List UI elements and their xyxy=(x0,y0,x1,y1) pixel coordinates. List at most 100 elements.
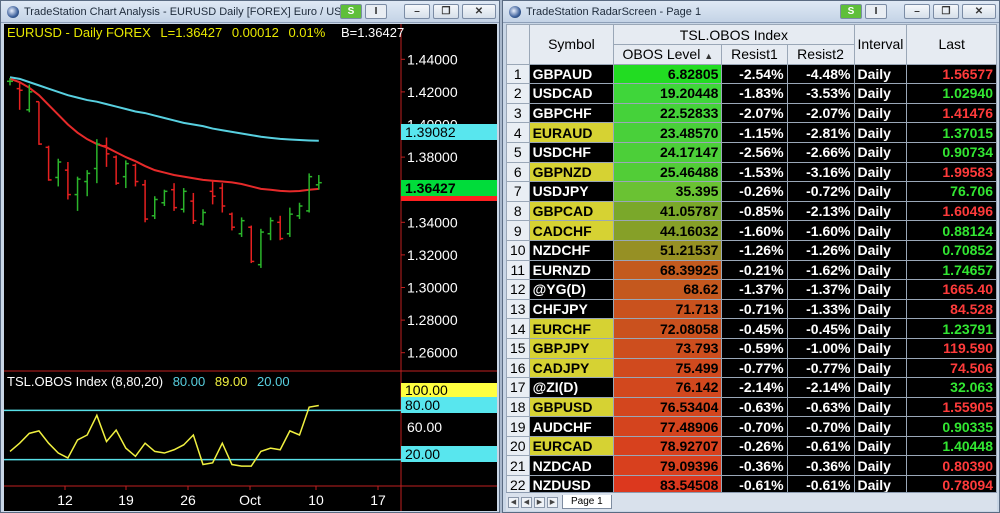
resist2-cell[interactable]: -0.61% xyxy=(786,435,855,457)
resist1-cell[interactable]: -0.59% xyxy=(721,337,788,359)
resist1-cell[interactable]: -0.71% xyxy=(721,298,788,320)
resist2-cell[interactable]: -3.53% xyxy=(786,83,855,104)
symbol-cell[interactable]: @YG(D) xyxy=(528,279,615,300)
obos-level-cell[interactable]: 24.17147 xyxy=(613,141,723,163)
last-price-cell[interactable]: 32.063 xyxy=(906,377,997,398)
row-number[interactable]: 17 xyxy=(506,377,530,398)
obos-level-cell[interactable]: 44.16032 xyxy=(613,220,723,241)
row-number[interactable]: 11 xyxy=(506,259,530,281)
interval-cell[interactable]: Daily xyxy=(853,475,908,492)
resist2-cell[interactable]: -1.00% xyxy=(786,337,855,359)
interval-cell[interactable]: Daily xyxy=(853,259,908,281)
interval-cell[interactable]: Daily xyxy=(853,337,908,359)
resist1-cell[interactable]: -0.21% xyxy=(721,259,788,281)
column-header-obos-level[interactable]: OBOS Level ▲ xyxy=(613,44,723,65)
radar-close-button[interactable]: ✕ xyxy=(962,4,996,19)
resist2-cell[interactable]: -3.16% xyxy=(786,161,855,183)
resist1-cell[interactable]: -2.54% xyxy=(721,63,788,85)
symbol-cell[interactable]: AUDCHF xyxy=(528,416,615,437)
symbol-cell[interactable]: EURCAD xyxy=(528,435,615,457)
obos-level-cell[interactable]: 78.92707 xyxy=(613,435,723,457)
symbol-cell[interactable]: GBPJPY xyxy=(528,337,615,359)
interval-cell[interactable]: Daily xyxy=(853,102,908,124)
interval-cell[interactable]: Daily xyxy=(853,396,908,418)
symbol-cell[interactable]: USDCHF xyxy=(528,141,615,163)
interval-cell[interactable]: Daily xyxy=(853,435,908,457)
table-row[interactable]: 1 GBPAUD 6.82805 -2.54% -4.48% Daily 1.56577 xyxy=(506,63,997,85)
last-price-cell[interactable]: 1.41476 xyxy=(906,102,997,124)
obos-level-cell[interactable]: 22.52833 xyxy=(613,102,723,124)
interval-cell[interactable]: Daily xyxy=(853,377,908,398)
row-number[interactable]: 7 xyxy=(506,181,530,202)
resist2-cell[interactable]: -4.48% xyxy=(786,63,855,85)
resist1-cell[interactable]: -0.61% xyxy=(721,475,788,492)
resist2-cell[interactable]: -2.66% xyxy=(786,141,855,163)
interval-cell[interactable]: Daily xyxy=(853,298,908,320)
table-row[interactable]: 8 GBPCAD 41.05787 -0.85% -2.13% Daily 1.60496 xyxy=(506,200,997,222)
close-button[interactable]: ✕ xyxy=(462,4,496,19)
column-header-resist1[interactable]: Resist1 xyxy=(721,44,788,65)
table-row[interactable]: 3 GBPCHF 22.52833 -2.07% -2.07% Daily 1.41476 xyxy=(506,102,997,124)
symbol-cell[interactable]: GBPCAD xyxy=(528,200,615,222)
table-row[interactable]: 6 GBPNZD 25.46488 -1.53% -3.16% Daily 1.99583 xyxy=(506,161,997,183)
row-number[interactable]: 19 xyxy=(506,416,530,437)
table-row[interactable]: 19 AUDCHF 77.48906 -0.70% -0.70% Daily 0.90335 xyxy=(506,416,997,437)
radarscreen-window[interactable]: TradeStation RadarScreen - Page 1 S I – … xyxy=(502,0,1000,513)
resist1-cell[interactable]: -1.37% xyxy=(721,279,788,300)
interval-cell[interactable]: Daily xyxy=(853,357,908,379)
obos-level-cell[interactable]: 68.62 xyxy=(613,279,723,300)
obos-level-cell[interactable]: 25.46488 xyxy=(613,161,723,183)
interval-cell[interactable]: Daily xyxy=(853,63,908,85)
table-row[interactable]: 12 @YG(D) 68.62 -1.37% -1.37% Daily 1665.40 xyxy=(506,279,997,300)
resist1-cell[interactable]: -0.70% xyxy=(721,416,788,437)
interval-cell[interactable]: Daily xyxy=(853,122,908,143)
obos-level-cell[interactable]: 83.54508 xyxy=(613,475,723,492)
resist2-cell[interactable]: -0.72% xyxy=(786,181,855,202)
symbol-cell[interactable]: NZDCAD xyxy=(528,455,615,477)
resist2-cell[interactable]: -2.14% xyxy=(786,377,855,398)
column-header-resist2[interactable]: Resist2 xyxy=(786,44,855,65)
price-chart[interactable]: 1.440001.420001.400001.380001.360001.340… xyxy=(4,24,497,511)
row-number[interactable]: 20 xyxy=(506,435,530,457)
resist1-cell[interactable]: -1.26% xyxy=(721,239,788,261)
interval-cell[interactable]: Daily xyxy=(853,318,908,339)
interval-cell[interactable]: Daily xyxy=(853,279,908,300)
chart-title-bar[interactable]: TradeStation Chart Analysis - EURUSD Dai… xyxy=(1,1,499,23)
symbol-cell[interactable]: GBPAUD xyxy=(528,63,615,85)
obos-level-cell[interactable]: 76.53404 xyxy=(613,396,723,418)
table-row[interactable]: 22 NZDUSD 83.54508 -0.61% -0.61% Daily 0.78094 xyxy=(506,475,997,492)
resist2-cell[interactable]: -0.70% xyxy=(786,416,855,437)
obos-level-cell[interactable]: 79.09396 xyxy=(613,455,723,477)
column-header-interval[interactable]: Interval xyxy=(853,24,908,65)
table-row[interactable]: 14 EURCHF 72.08058 -0.45% -0.45% Daily 1.23791 xyxy=(506,318,997,339)
table-row[interactable]: 2 USDCAD 19.20448 -1.83% -3.53% Daily 1.02940 xyxy=(506,83,997,104)
obos-level-cell[interactable]: 72.08058 xyxy=(613,318,723,339)
resist2-cell[interactable]: -0.61% xyxy=(786,475,855,492)
row-number[interactable]: 4 xyxy=(506,122,530,143)
resist2-cell[interactable]: -1.33% xyxy=(786,298,855,320)
last-price-cell[interactable]: 1.56577 xyxy=(906,63,997,85)
row-number[interactable]: 12 xyxy=(506,279,530,300)
row-number[interactable]: 10 xyxy=(506,239,530,261)
obos-level-cell[interactable]: 76.142 xyxy=(613,377,723,398)
obos-level-cell[interactable]: 19.20448 xyxy=(613,83,723,104)
resist2-cell[interactable]: -2.81% xyxy=(786,122,855,143)
restore-button[interactable]: ❐ xyxy=(433,4,459,19)
radar-grid[interactable]: Symbol TSL.OBOS Index Interval Last OBOS… xyxy=(506,24,997,492)
row-number[interactable]: 1 xyxy=(506,63,530,85)
last-price-cell[interactable]: 0.70852 xyxy=(906,239,997,261)
symbol-cell[interactable]: EURCHF xyxy=(528,318,615,339)
row-number[interactable]: 2 xyxy=(506,83,530,104)
resist2-cell[interactable]: -0.45% xyxy=(786,318,855,339)
obos-level-cell[interactable]: 23.48570 xyxy=(613,122,723,143)
row-number[interactable]: 22 xyxy=(506,475,530,492)
resist1-cell[interactable]: -0.26% xyxy=(721,435,788,457)
resist1-cell[interactable]: -2.07% xyxy=(721,102,788,124)
resist2-cell[interactable]: -0.77% xyxy=(786,357,855,379)
resist2-cell[interactable]: -1.37% xyxy=(786,279,855,300)
obos-level-cell[interactable]: 41.05787 xyxy=(613,200,723,222)
table-row[interactable]: 20 EURCAD 78.92707 -0.26% -0.61% Daily 1.40448 xyxy=(506,435,997,457)
table-row[interactable]: 18 GBPUSD 76.53404 -0.63% -0.63% Daily 1.55905 xyxy=(506,396,997,418)
row-number[interactable]: 18 xyxy=(506,396,530,418)
obos-level-cell[interactable]: 51.21537 xyxy=(613,239,723,261)
